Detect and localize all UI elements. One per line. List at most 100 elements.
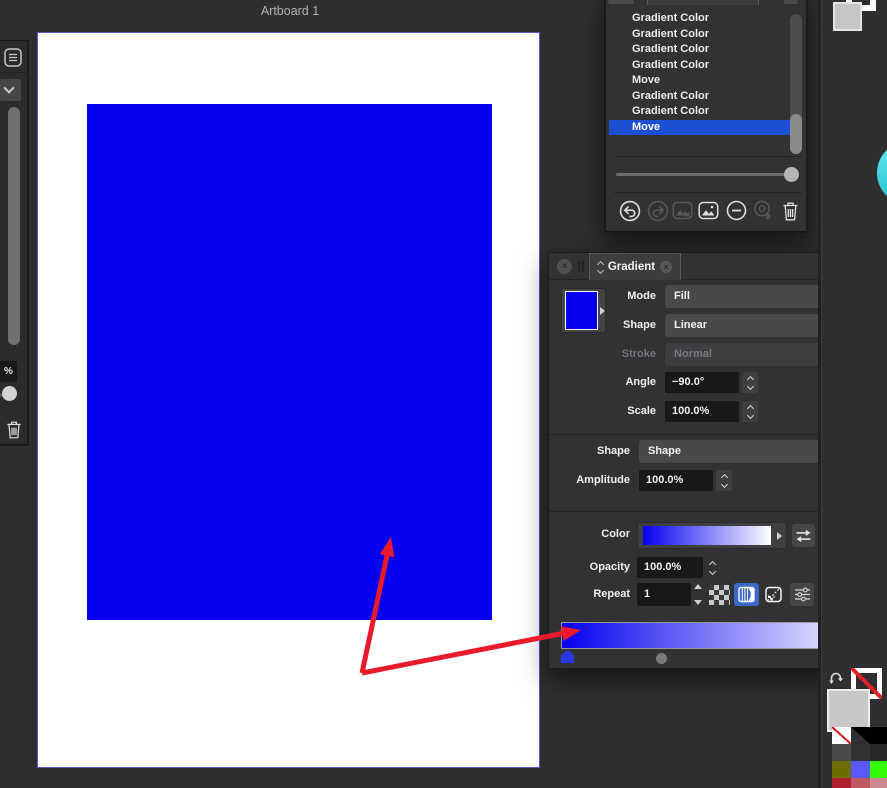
history-item-label: Gradient Color xyxy=(632,43,709,55)
color-label: Color xyxy=(601,528,630,540)
scale-stepper[interactable] xyxy=(742,401,758,422)
palette-swatch[interactable] xyxy=(851,761,870,778)
history-item[interactable]: Gradient Color xyxy=(609,89,793,105)
shape-label: Shape xyxy=(623,319,656,331)
history-item[interactable]: Move xyxy=(609,120,793,136)
snapshot-icon[interactable] xyxy=(698,200,719,221)
stroke-label: Stroke xyxy=(622,348,656,360)
app-window: Artboard 1 % Gradient Color xyxy=(0,0,887,788)
history-scrollbar-thumb[interactable] xyxy=(790,114,802,154)
angle-stepper[interactable] xyxy=(742,372,758,393)
bitmap-fill-mode-button[interactable] xyxy=(761,583,786,606)
opacity-input[interactable]: 100.0% xyxy=(637,557,703,578)
palette-swatch[interactable] xyxy=(832,744,851,761)
history-item[interactable]: Gradient Color xyxy=(609,42,793,58)
divider xyxy=(614,156,802,157)
opacity-label: Opacity xyxy=(590,561,630,573)
slider-knob[interactable] xyxy=(2,386,17,401)
history-item-label: Move xyxy=(632,74,660,86)
fill-options-button[interactable] xyxy=(790,583,814,606)
amplitude-input[interactable]: 100.0% xyxy=(639,470,713,491)
palette-swatch[interactable] xyxy=(832,727,851,744)
amplitude-value: 100.0% xyxy=(646,470,683,491)
fill-color-swatch[interactable] xyxy=(827,689,870,732)
snapshot-unavailable-icon[interactable] xyxy=(672,200,693,221)
palette-swatch[interactable] xyxy=(851,727,870,744)
panel-menu-sliver[interactable] xyxy=(784,0,798,4)
panel-menu-icon[interactable] xyxy=(4,48,22,67)
divider xyxy=(0,72,29,73)
history-list: Gradient Color Gradient Color Gradient C… xyxy=(609,11,793,135)
scale-label: Scale xyxy=(627,405,656,417)
divider xyxy=(614,192,802,193)
gradient-stop-start[interactable] xyxy=(561,650,574,663)
swap-fill-stroke-icon[interactable] xyxy=(829,670,847,685)
reverse-gradient-button[interactable] xyxy=(792,524,815,547)
history-item[interactable]: Gradient Color xyxy=(609,58,793,74)
palette-swatch[interactable] xyxy=(832,761,851,778)
history-item-label: Gradient Color xyxy=(632,59,709,71)
palette-swatch[interactable] xyxy=(870,744,887,761)
history-item[interactable]: Gradient Color xyxy=(609,11,793,27)
gradient-fill-mode-button[interactable] xyxy=(734,583,759,606)
tab-gradient[interactable]: Gradient × xyxy=(589,253,681,280)
mode-value: Fill xyxy=(674,285,690,308)
shape-type-value: Shape xyxy=(648,440,681,463)
history-panel: Gradient Color Gradient Color Gradient C… xyxy=(604,0,808,233)
opacity-percent-field[interactable]: % xyxy=(0,361,17,382)
palette-swatch[interactable] xyxy=(832,778,851,788)
amplitude-stepper[interactable] xyxy=(716,470,732,491)
swatch-expand-icon[interactable] xyxy=(600,307,605,315)
palette-swatch[interactable] xyxy=(870,778,887,788)
scrollbar-thumb[interactable] xyxy=(8,107,20,345)
history-scrollbar[interactable] xyxy=(790,14,802,154)
history-item[interactable]: Move xyxy=(609,73,793,89)
repeat-input[interactable]: 1 xyxy=(637,583,691,606)
panel-close-icon[interactable]: × xyxy=(557,259,572,274)
tab-close-icon[interactable]: × xyxy=(660,261,672,273)
palette-swatch[interactable] xyxy=(870,727,887,744)
palette-swatch[interactable] xyxy=(870,761,887,778)
history-item-label: Move xyxy=(632,121,660,133)
repeat-label: Repeat xyxy=(593,588,630,600)
zoom-reset-icon[interactable] xyxy=(753,200,774,221)
fill-preview-swatch[interactable] xyxy=(561,288,606,333)
history-item[interactable]: Gradient Color xyxy=(609,27,793,43)
gradient-color-strip[interactable] xyxy=(637,522,787,549)
remove-step-icon[interactable] xyxy=(726,200,747,221)
history-item-label: Gradient Color xyxy=(632,28,709,40)
opacity-stepper[interactable] xyxy=(705,557,720,578)
redo-icon[interactable] xyxy=(647,200,669,222)
history-tab-sliver[interactable] xyxy=(647,0,759,5)
palette-swatch[interactable] xyxy=(851,744,870,761)
scale-value: 100.0% xyxy=(672,401,709,422)
repeat-value: 1 xyxy=(644,583,650,606)
mode-label: Mode xyxy=(627,290,656,302)
panel-tab-sliver[interactable] xyxy=(608,0,634,4)
left-panel-edge: % xyxy=(0,40,29,446)
history-item-label: Gradient Color xyxy=(632,105,709,117)
history-slider-knob[interactable] xyxy=(784,167,799,182)
history-position-slider[interactable] xyxy=(616,173,798,176)
gradient-midpoint-handle[interactable] xyxy=(656,653,667,664)
delete-history-icon[interactable] xyxy=(781,200,799,222)
opacity-value: 100.0% xyxy=(644,557,681,578)
history-item[interactable]: Gradient Color xyxy=(609,104,793,120)
scale-input[interactable]: 100.0% xyxy=(665,401,739,422)
trash-icon[interactable] xyxy=(4,418,23,441)
repeat-stepper[interactable] xyxy=(693,584,703,605)
collapse-chevron-button[interactable] xyxy=(0,79,21,101)
fill-preview-color xyxy=(565,291,598,330)
amplitude-label: Amplitude xyxy=(576,474,630,486)
panel-grip[interactable] xyxy=(578,261,580,272)
shape-type-label: Shape xyxy=(597,445,630,457)
angle-input[interactable]: −90.0° xyxy=(665,372,739,393)
palette-swatch[interactable] xyxy=(851,778,870,788)
undo-icon[interactable] xyxy=(619,200,641,222)
canvas-shape-blue-rectangle[interactable] xyxy=(87,104,492,620)
tab-title: Gradient xyxy=(608,261,655,273)
fill-color-swatch-top[interactable] xyxy=(833,2,862,31)
panel-grip[interactable] xyxy=(582,261,584,272)
transparency-checker-icon[interactable] xyxy=(709,585,730,605)
gradient-expand-icon[interactable] xyxy=(777,532,782,540)
